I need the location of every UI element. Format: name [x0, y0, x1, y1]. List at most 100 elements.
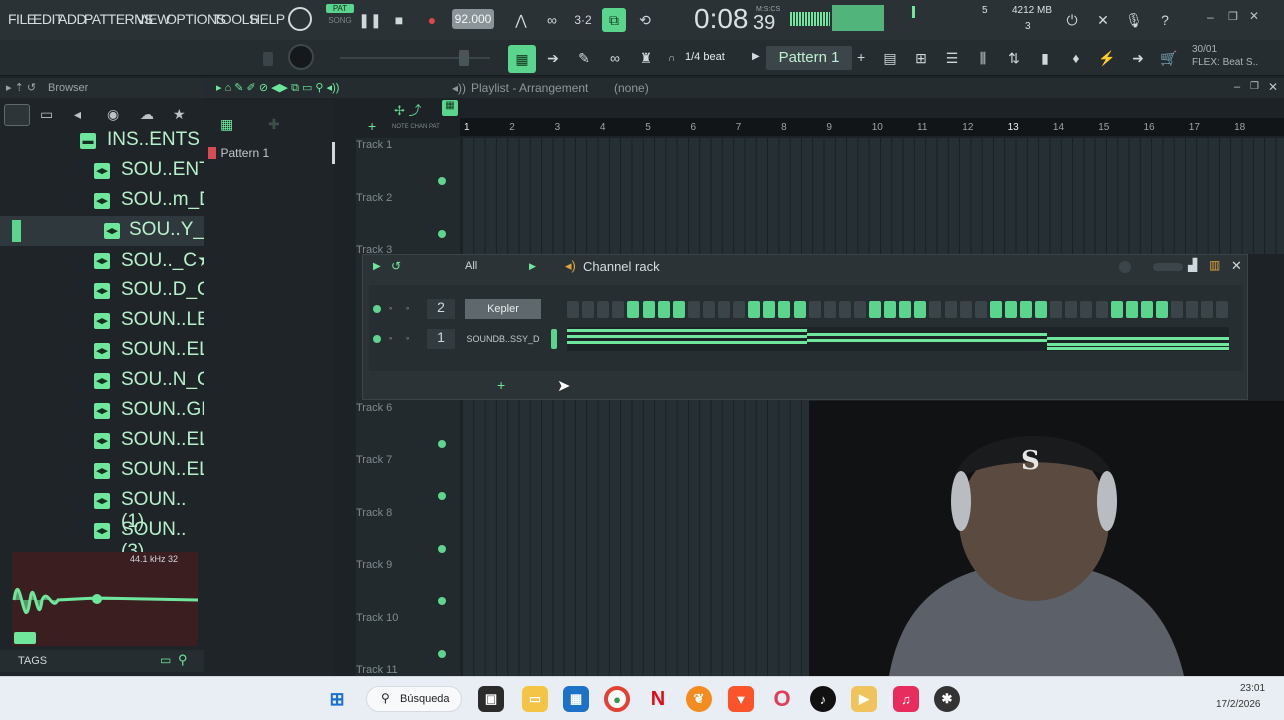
browser-all-filter[interactable] [4, 104, 30, 126]
step-off[interactable] [929, 301, 942, 318]
arrangement-grid-top[interactable] [462, 138, 1284, 254]
metronome-icon[interactable]: ⋀ [509, 8, 533, 32]
mixer-icon[interactable]: ⫼ [971, 46, 995, 70]
power-icon[interactable]: ⏻ [1060, 8, 1084, 32]
step-on[interactable] [793, 301, 806, 318]
track-8[interactable]: Track 8 [356, 507, 460, 553]
maximize-icon[interactable]: ❐ [1228, 10, 1238, 23]
pitch-slider-handle[interactable] [459, 50, 469, 66]
step-off[interactable] [687, 301, 700, 318]
rack-graph-icon[interactable]: ▟ [1188, 258, 1197, 272]
step-off[interactable] [1186, 301, 1199, 318]
record-button[interactable]: ● [420, 8, 444, 32]
stop-button[interactable]: ■ [387, 8, 411, 32]
rack-filter-arrow-icon[interactable]: ▶ [529, 261, 536, 272]
menu-add[interactable]: ADD [58, 11, 87, 27]
track-mute-led[interactable] [438, 650, 446, 658]
step-on[interactable] [1035, 301, 1048, 318]
step-off[interactable] [718, 301, 730, 318]
step-off[interactable] [823, 301, 836, 318]
arrow-right-icon[interactable]: ➔ [541, 46, 565, 70]
track-6[interactable]: Track 6 [356, 402, 460, 448]
tools-icon[interactable]: ✕ [1091, 8, 1115, 32]
step-on[interactable] [1004, 301, 1017, 318]
browser-file-item[interactable]: ◂▸ SOUN..ELL [0, 456, 220, 486]
chrome-icon[interactable]: ● [604, 686, 630, 712]
menu-help[interactable]: HELP [250, 11, 285, 27]
step-sequencer[interactable] [567, 301, 1237, 319]
step-off[interactable] [733, 301, 746, 318]
track-mute-led[interactable] [438, 492, 446, 500]
channel-name-button[interactable]: Kepler [465, 299, 541, 319]
browser-file-item[interactable]: ◂▸ SOUN..GE [0, 396, 214, 426]
track-mute-led[interactable] [438, 440, 446, 448]
blend-notes-icon[interactable]: ⧉ [602, 8, 626, 32]
track-mute-led[interactable] [438, 597, 446, 605]
browser-file-item[interactable]: ◂▸ SOUN..LET [0, 306, 221, 336]
channel-vol-knob[interactable]: ◦ [406, 333, 409, 343]
channel-led[interactable] [373, 305, 381, 313]
picker-scrollbar[interactable] [332, 142, 335, 164]
media-player-icon[interactable]: ▶ [851, 686, 877, 712]
snap-selector[interactable]: 1/4 beat [685, 51, 725, 63]
rack-filter[interactable]: All [465, 260, 477, 272]
step-off[interactable] [1171, 301, 1183, 318]
channel-pan-knob[interactable]: ◦ [389, 303, 392, 313]
track-tools-icon[interactable]: ✢ ⤴ [394, 100, 422, 119]
store-app-icon[interactable]: ▦ [563, 686, 589, 712]
rack-menu-icon[interactable]: ▶ [373, 261, 381, 272]
countdown-icon[interactable]: 3·2 [571, 8, 595, 32]
step-sequencer-icon[interactable]: ⊞ [909, 46, 933, 70]
step-off[interactable] [567, 301, 579, 318]
channel-select-indicator[interactable] [551, 329, 557, 349]
track-mute-led[interactable] [438, 230, 446, 238]
step-on[interactable] [1125, 301, 1138, 318]
step-off[interactable] [597, 301, 610, 318]
music-app-icon[interactable]: ♫ [893, 686, 919, 712]
track-2[interactable]: Track 2 [356, 192, 460, 238]
browser-file-item[interactable]: ◂▸ SOU.._C★ [0, 246, 214, 276]
browser-file-item[interactable]: ◂▸ SOU..N_C [0, 366, 211, 396]
add-track-icon[interactable]: + [368, 118, 376, 134]
step-off[interactable] [1216, 301, 1229, 318]
step-on[interactable] [672, 301, 685, 318]
pattern-prev-icon[interactable]: ▶ [752, 51, 760, 62]
fl-studio-icon[interactable]: ❦ [686, 686, 712, 712]
brave-icon[interactable]: ▼ [728, 686, 754, 712]
step-on[interactable] [1020, 301, 1032, 318]
track-11[interactable]: Track 11 [356, 664, 460, 676]
step-off[interactable] [838, 301, 851, 318]
track-7[interactable]: Track 7 [356, 454, 460, 500]
step-off[interactable] [1050, 301, 1063, 318]
step-on[interactable] [869, 301, 881, 318]
add-pattern-icon[interactable]: + [857, 49, 865, 65]
tiktok-icon[interactable]: ♪ [810, 686, 836, 712]
rack-swing-slider[interactable] [1153, 263, 1183, 271]
browser-icon[interactable]: ▮ [1033, 46, 1057, 70]
step-off[interactable] [974, 301, 987, 318]
minimize-icon[interactable]: – [1207, 10, 1214, 24]
track-mute-led[interactable] [438, 177, 446, 185]
browser-file-item[interactable]: ◂▸ SOU..D_C [0, 276, 211, 306]
settings-app-icon[interactable]: ✱ [934, 686, 960, 712]
netflix-icon[interactable]: N [645, 686, 671, 712]
store-icon[interactable]: 🛒 [1157, 46, 1181, 70]
tags-folder-icon[interactable]: ▭ [160, 653, 171, 667]
file-explorer-icon[interactable]: ▭ [522, 686, 548, 712]
step-off[interactable] [959, 301, 972, 318]
step-on[interactable] [1155, 301, 1168, 318]
pat-song-toggle[interactable]: PAT SONG [326, 4, 354, 34]
channel-name-button[interactable]: SOUNDB..SSY_D [465, 329, 541, 349]
browser-options-icon[interactable]: ▸ ⇡ ↺ [6, 81, 36, 94]
microphone-icon[interactable]: 🎙 [1122, 8, 1146, 32]
picker-pattern-icon[interactable]: ▦ [220, 116, 233, 133]
step-off[interactable] [808, 301, 821, 318]
channel-mixer-track[interactable]: 1 [427, 329, 455, 349]
tags-search-icon[interactable]: ⚲ [178, 652, 188, 668]
channel-rack-icon[interactable]: ☰ [940, 46, 964, 70]
pencil-icon[interactable]: ✎ [572, 46, 596, 70]
step-on[interactable] [627, 301, 640, 318]
track-9[interactable]: Track 9 [356, 559, 460, 605]
routing-icon[interactable]: ⇅ [1002, 46, 1026, 70]
arrangement-grid-bottom[interactable] [462, 400, 809, 676]
